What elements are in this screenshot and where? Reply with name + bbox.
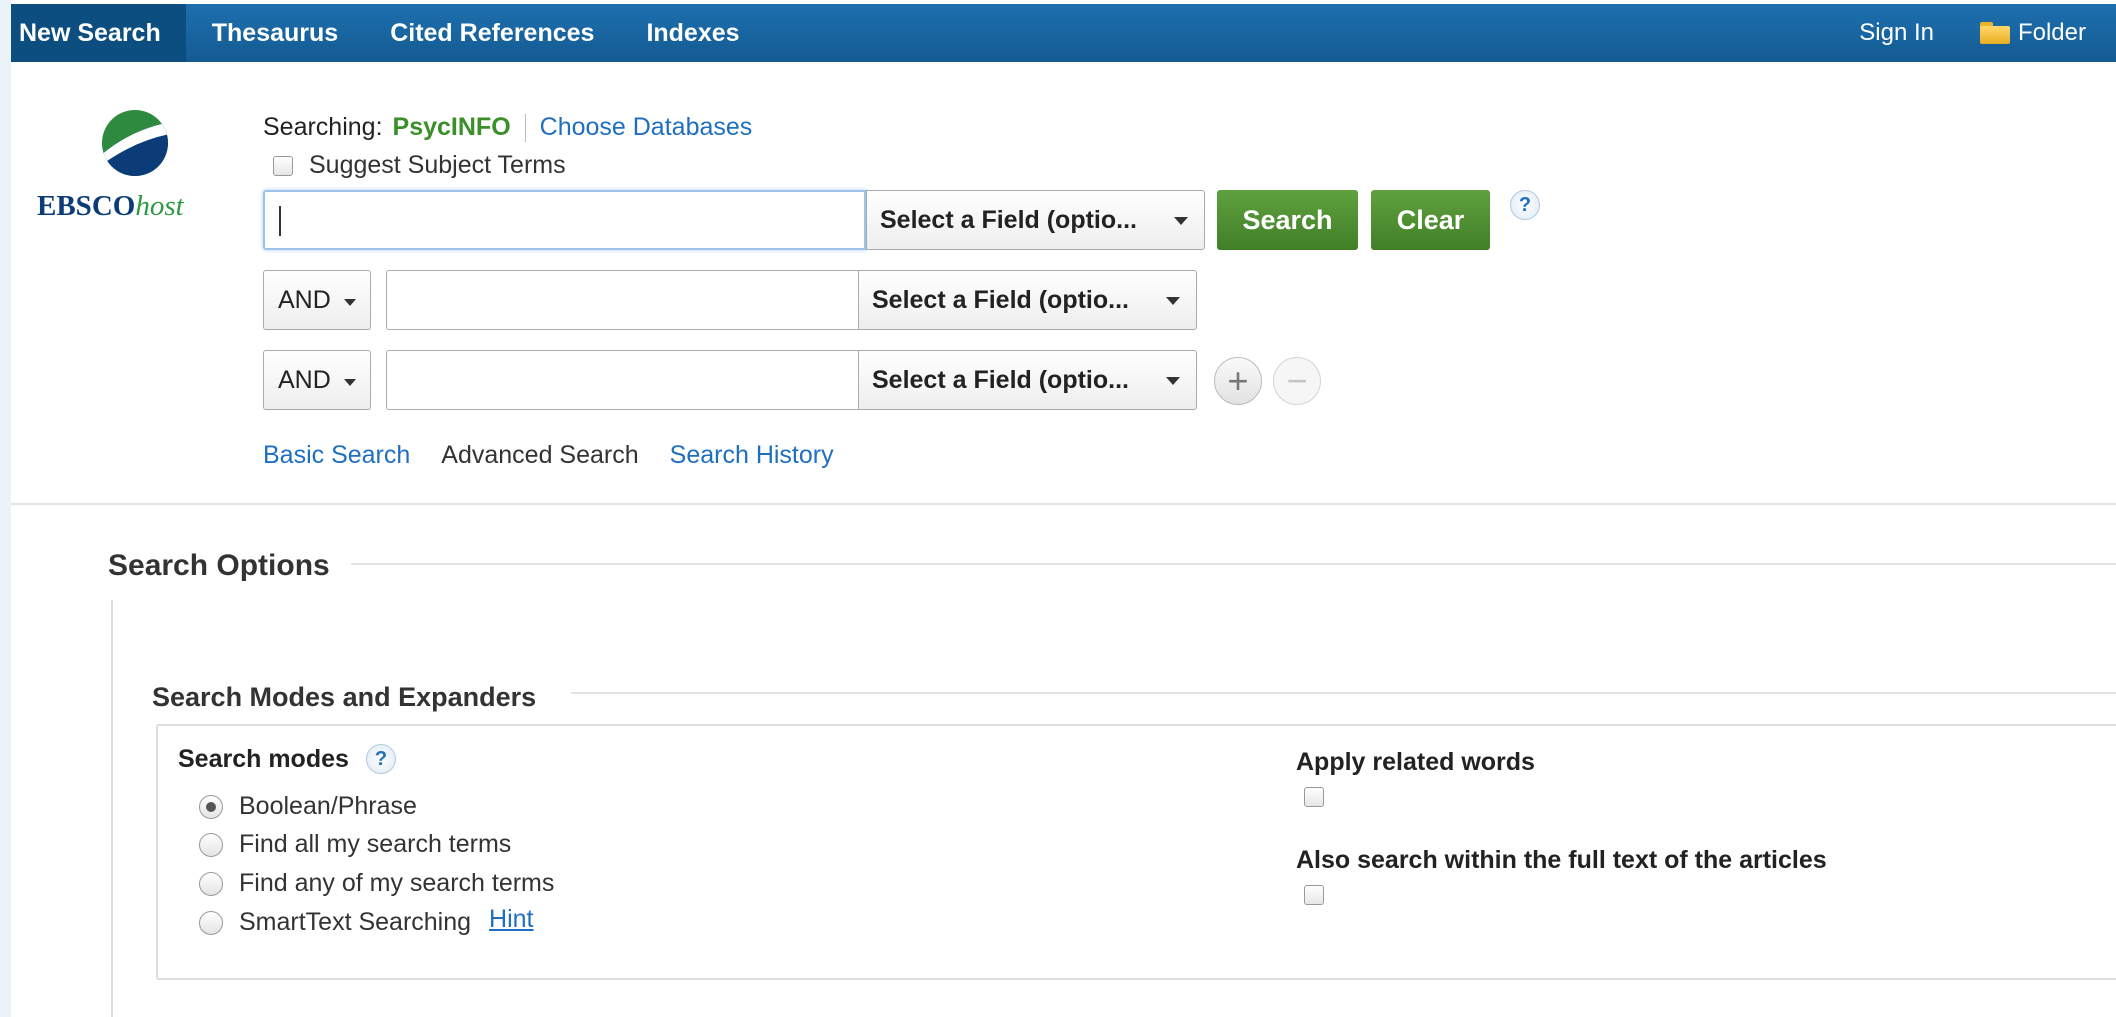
plus-icon: + — [1227, 360, 1249, 401]
full-text-label: Also search within the full text of the … — [1296, 846, 1827, 874]
folder-link[interactable]: Folder — [1979, 19, 2086, 47]
advanced-search-current: Advanced Search — [441, 441, 639, 469]
help-icon[interactable]: ? — [1510, 190, 1540, 220]
logo-text: EBSCOhost — [37, 190, 184, 223]
chevron-down-icon — [1166, 377, 1180, 385]
radio-button[interactable] — [199, 794, 223, 819]
nav-new-search[interactable]: New Search — [11, 4, 186, 62]
suggest-subject-terms: Suggest Subject Terms — [273, 151, 566, 180]
radio-label: SmartText Searching — [239, 908, 472, 936]
modes-expanders-rule — [571, 692, 2116, 694]
radio-button[interactable] — [199, 910, 223, 935]
logo-brand: EBSCO — [37, 190, 136, 222]
boolean-operator-3[interactable]: AND — [263, 350, 371, 410]
ebsco-logo-icon — [102, 110, 168, 176]
nav-indexes[interactable]: Indexes — [620, 4, 765, 62]
clear-button[interactable]: Clear — [1371, 190, 1490, 250]
search-options-rule — [351, 563, 2116, 565]
radio-button[interactable] — [199, 832, 223, 857]
top-navigation: New Search Thesaurus Cited References In… — [11, 4, 2116, 62]
apply-related-words-label: Apply related words — [1296, 748, 1535, 776]
radio-button[interactable] — [199, 871, 223, 896]
search-input-1[interactable] — [263, 190, 866, 250]
radio-label: Boolean/Phrase — [239, 792, 417, 820]
chevron-down-icon — [344, 299, 356, 306]
separator — [524, 113, 526, 142]
current-database: PsycINFO — [392, 113, 511, 141]
search-button[interactable]: Search — [1217, 190, 1358, 250]
field-select-1[interactable]: Select a Field (optio... — [866, 190, 1205, 250]
boolean-operator-2[interactable]: AND — [263, 270, 371, 330]
choose-databases-link[interactable]: Choose Databases — [540, 113, 753, 142]
apply-related-words-checkbox[interactable] — [1304, 787, 1324, 807]
chevron-down-icon — [1174, 217, 1188, 225]
boolean-operator-3-label: AND — [278, 365, 331, 394]
search-modes-label: Search modes — [178, 745, 349, 773]
chevron-down-icon — [344, 379, 356, 386]
nav-cited-references[interactable]: Cited References — [364, 4, 620, 62]
suggest-subject-terms-checkbox[interactable] — [273, 155, 293, 176]
basic-search-link[interactable]: Basic Search — [263, 441, 410, 470]
field-select-3-label: Select a Field (optio... — [872, 365, 1129, 394]
page: New Search Thesaurus Cited References In… — [11, 0, 2116, 1017]
modes-expanders-title: Search Modes and Expanders — [152, 682, 555, 713]
text-cursor — [279, 206, 281, 236]
searching-label: Searching: — [263, 113, 383, 141]
radio-label: Find any of my search terms — [239, 869, 555, 897]
field-select-2-label: Select a Field (optio... — [872, 285, 1129, 314]
field-select-3[interactable]: Select a Field (optio... — [858, 350, 1197, 410]
full-text-checkbox[interactable] — [1304, 885, 1324, 905]
searching-line: Searching: PsycINFO Choose Databases — [263, 113, 752, 142]
search-history-link[interactable]: Search History — [670, 441, 834, 470]
minus-icon: − — [1286, 360, 1308, 401]
radio-find-all[interactable]: Find all my search terms — [199, 830, 511, 859]
folder-icon — [1979, 22, 2010, 44]
boolean-operator-2-label: AND — [278, 285, 331, 314]
add-row-button[interactable]: + — [1214, 357, 1262, 405]
radio-label: Find all my search terms — [239, 830, 512, 858]
radio-find-any[interactable]: Find any of my search terms — [199, 869, 554, 898]
search-mode-links: Basic Search Advanced Search Search Hist… — [263, 441, 834, 470]
nav-thesaurus[interactable]: Thesaurus — [186, 4, 364, 62]
hint-link[interactable]: Hint — [489, 905, 533, 934]
nav-right: Sign In Folder — [1859, 4, 2086, 62]
search-options-border — [111, 600, 113, 1017]
radio-smarttext[interactable]: SmartText Searching Hint — [199, 905, 534, 937]
search-modes-help-icon[interactable]: ? — [366, 744, 396, 774]
search-input-3[interactable] — [386, 350, 859, 410]
logo-suffix: host — [135, 190, 184, 222]
suggest-subject-terms-label: Suggest Subject Terms — [309, 151, 566, 179]
search-options-title: Search Options — [108, 549, 348, 583]
radio-boolean-phrase[interactable]: Boolean/Phrase — [199, 792, 417, 821]
chevron-down-icon — [1166, 297, 1180, 305]
field-select-2[interactable]: Select a Field (optio... — [858, 270, 1197, 330]
field-select-1-label: Select a Field (optio... — [880, 205, 1137, 234]
search-input-2[interactable] — [386, 270, 859, 330]
sign-in-link[interactable]: Sign In — [1859, 19, 1934, 47]
folder-label: Folder — [2017, 19, 2086, 46]
divider — [11, 503, 2116, 505]
remove-row-button[interactable]: − — [1273, 357, 1321, 405]
